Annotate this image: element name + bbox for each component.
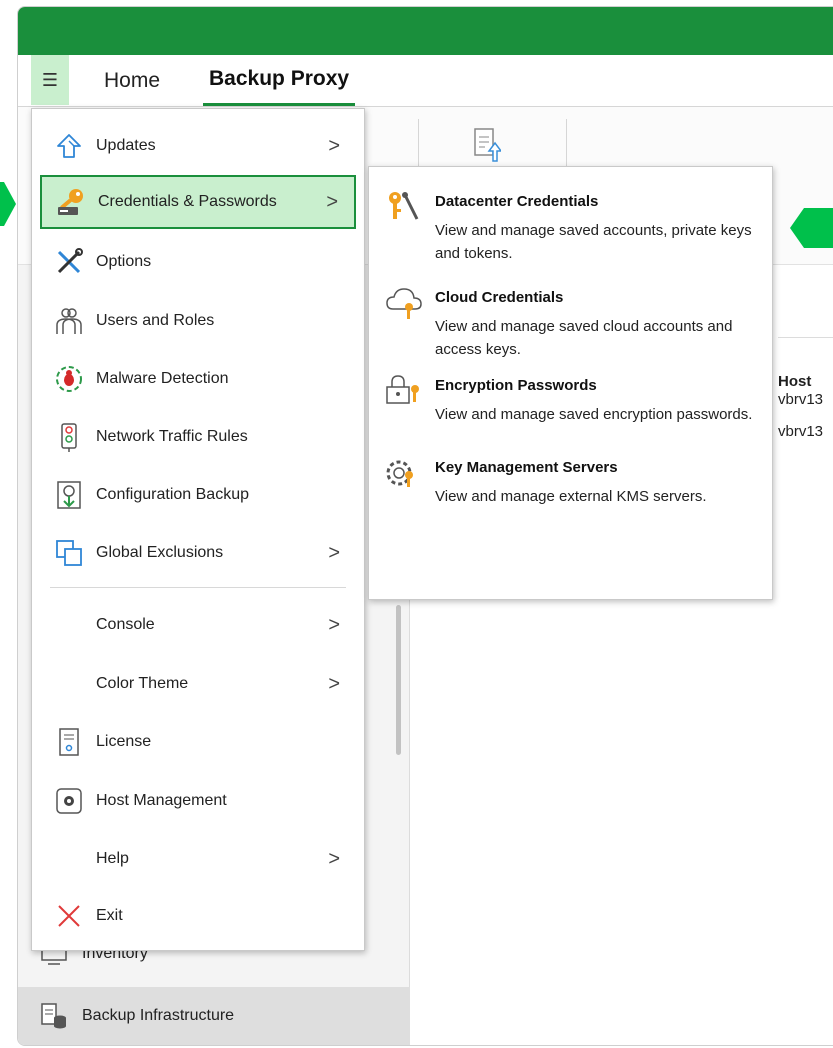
table-cell-host[interactable]: vbrv13 bbox=[778, 423, 823, 440]
kms-gear-icon bbox=[385, 455, 425, 491]
menu-item-updates[interactable]: Updates > bbox=[40, 119, 356, 173]
updates-arrow-icon bbox=[54, 131, 84, 161]
host-management-icon bbox=[54, 786, 84, 816]
submenu-item-cloud-credentials[interactable]: Cloud Credentials View and manage saved … bbox=[385, 285, 765, 375]
hamburger-icon: ☰ bbox=[41, 69, 59, 90]
main-menu-button[interactable]: ☰ bbox=[31, 55, 69, 105]
menu-item-malware-detection[interactable]: Malware Detection bbox=[40, 352, 356, 406]
menu-item-label: Malware Detection bbox=[96, 370, 229, 387]
submenu-item-title: Datacenter Credentials bbox=[435, 193, 599, 210]
submenu-item-key-management-servers[interactable]: Key Management Servers View and manage e… bbox=[385, 455, 765, 545]
nav-backup-infrastructure[interactable]: Backup Infrastructure bbox=[18, 987, 410, 1045]
exit-icon bbox=[54, 901, 84, 931]
users-icon bbox=[54, 306, 84, 336]
callout-arrow-icon bbox=[0, 182, 16, 226]
submenu-item-description: View and manage external KMS servers. bbox=[435, 488, 707, 505]
menu-item-help[interactable]: Help > bbox=[40, 832, 356, 886]
submenu-item-datacenter-credentials[interactable]: Datacenter Credentials View and manage s… bbox=[385, 189, 765, 279]
scrollbar[interactable] bbox=[396, 605, 401, 755]
chevron-right-icon: > bbox=[328, 134, 340, 157]
datacenter-key-icon bbox=[385, 189, 425, 225]
menu-item-host-management[interactable]: Host Management bbox=[40, 774, 356, 828]
menu-item-label: Color Theme bbox=[96, 675, 189, 692]
traffic-light-icon bbox=[54, 422, 84, 452]
submenu-item-encryption-passwords[interactable]: Encryption Passwords View and manage sav… bbox=[385, 373, 765, 463]
key-icon bbox=[56, 187, 86, 217]
chevron-right-icon: > bbox=[328, 613, 340, 636]
menu-item-label: Exit bbox=[96, 907, 123, 924]
bug-icon bbox=[54, 364, 84, 394]
tab-bar: ☰ Home Backup Proxy bbox=[18, 55, 833, 107]
column-header-host[interactable]: Host bbox=[778, 373, 811, 390]
submenu-item-description: View and manage saved cloud accounts and… bbox=[435, 318, 733, 358]
callout-arrow-icon bbox=[790, 208, 833, 248]
tools-icon bbox=[54, 247, 84, 277]
cloud-key-icon bbox=[385, 285, 425, 321]
chevron-right-icon: > bbox=[326, 190, 338, 213]
menu-separator bbox=[50, 587, 346, 588]
nav-backup-infrastructure-label: Backup Infrastructure bbox=[82, 1007, 235, 1024]
menu-item-credentials-passwords[interactable]: Credentials & Passwords > bbox=[40, 175, 356, 229]
menu-item-exit[interactable]: Exit bbox=[40, 889, 356, 943]
menu-item-label: Help bbox=[96, 850, 129, 867]
menu-item-label: Console bbox=[96, 616, 155, 633]
submenu-item-title: Key Management Servers bbox=[435, 459, 618, 476]
config-backup-icon bbox=[54, 480, 84, 510]
upgrade-proxy-icon[interactable] bbox=[473, 127, 503, 168]
menu-item-label: Configuration Backup bbox=[96, 486, 249, 503]
menu-item-network-traffic-rules[interactable]: Network Traffic Rules bbox=[40, 410, 356, 464]
chevron-right-icon: > bbox=[328, 672, 340, 695]
chevron-right-icon: > bbox=[328, 541, 340, 564]
menu-item-label: License bbox=[96, 733, 152, 750]
main-menu: Updates > Credentials & Passwords > Opti… bbox=[31, 108, 365, 951]
submenu-item-title: Cloud Credentials bbox=[435, 289, 564, 306]
menu-item-label: Network Traffic Rules bbox=[96, 428, 248, 445]
encryption-lock-icon bbox=[385, 373, 425, 409]
menu-item-global-exclusions[interactable]: Global Exclusions > bbox=[40, 526, 356, 580]
menu-item-color-theme[interactable]: Color Theme > bbox=[40, 657, 356, 711]
table-cell-host[interactable]: vbrv13 bbox=[778, 391, 823, 408]
chevron-right-icon: > bbox=[328, 847, 340, 870]
submenu-item-title: Encryption Passwords bbox=[435, 377, 597, 394]
menu-item-options[interactable]: Options bbox=[40, 235, 356, 289]
menu-item-label: Global Exclusions bbox=[96, 544, 224, 561]
menu-item-label: Updates bbox=[96, 137, 156, 154]
tab-backup-proxy[interactable]: Backup Proxy bbox=[203, 55, 356, 106]
menu-item-configuration-backup[interactable]: Configuration Backup bbox=[40, 468, 356, 522]
backup-infrastructure-icon bbox=[41, 1003, 66, 1029]
menu-item-label: Options bbox=[96, 253, 152, 270]
menu-item-license[interactable]: License bbox=[40, 715, 356, 769]
content-divider bbox=[778, 337, 833, 338]
submenu-item-description: View and manage saved encryption passwor… bbox=[435, 406, 753, 423]
exclusions-icon bbox=[54, 538, 84, 568]
credentials-submenu: Datacenter Credentials View and manage s… bbox=[368, 166, 773, 600]
submenu-item-description: View and manage saved accounts, private … bbox=[435, 222, 752, 262]
menu-item-label: Users and Roles bbox=[96, 312, 215, 329]
tab-home[interactable]: Home bbox=[104, 55, 160, 106]
title-bar bbox=[18, 7, 833, 55]
menu-item-label: Credentials & Passwords bbox=[98, 193, 277, 210]
menu-item-users-roles[interactable]: Users and Roles bbox=[40, 294, 356, 348]
menu-item-label: Host Management bbox=[96, 792, 227, 809]
license-icon bbox=[54, 727, 84, 757]
menu-item-console[interactable]: Console > bbox=[40, 598, 356, 652]
